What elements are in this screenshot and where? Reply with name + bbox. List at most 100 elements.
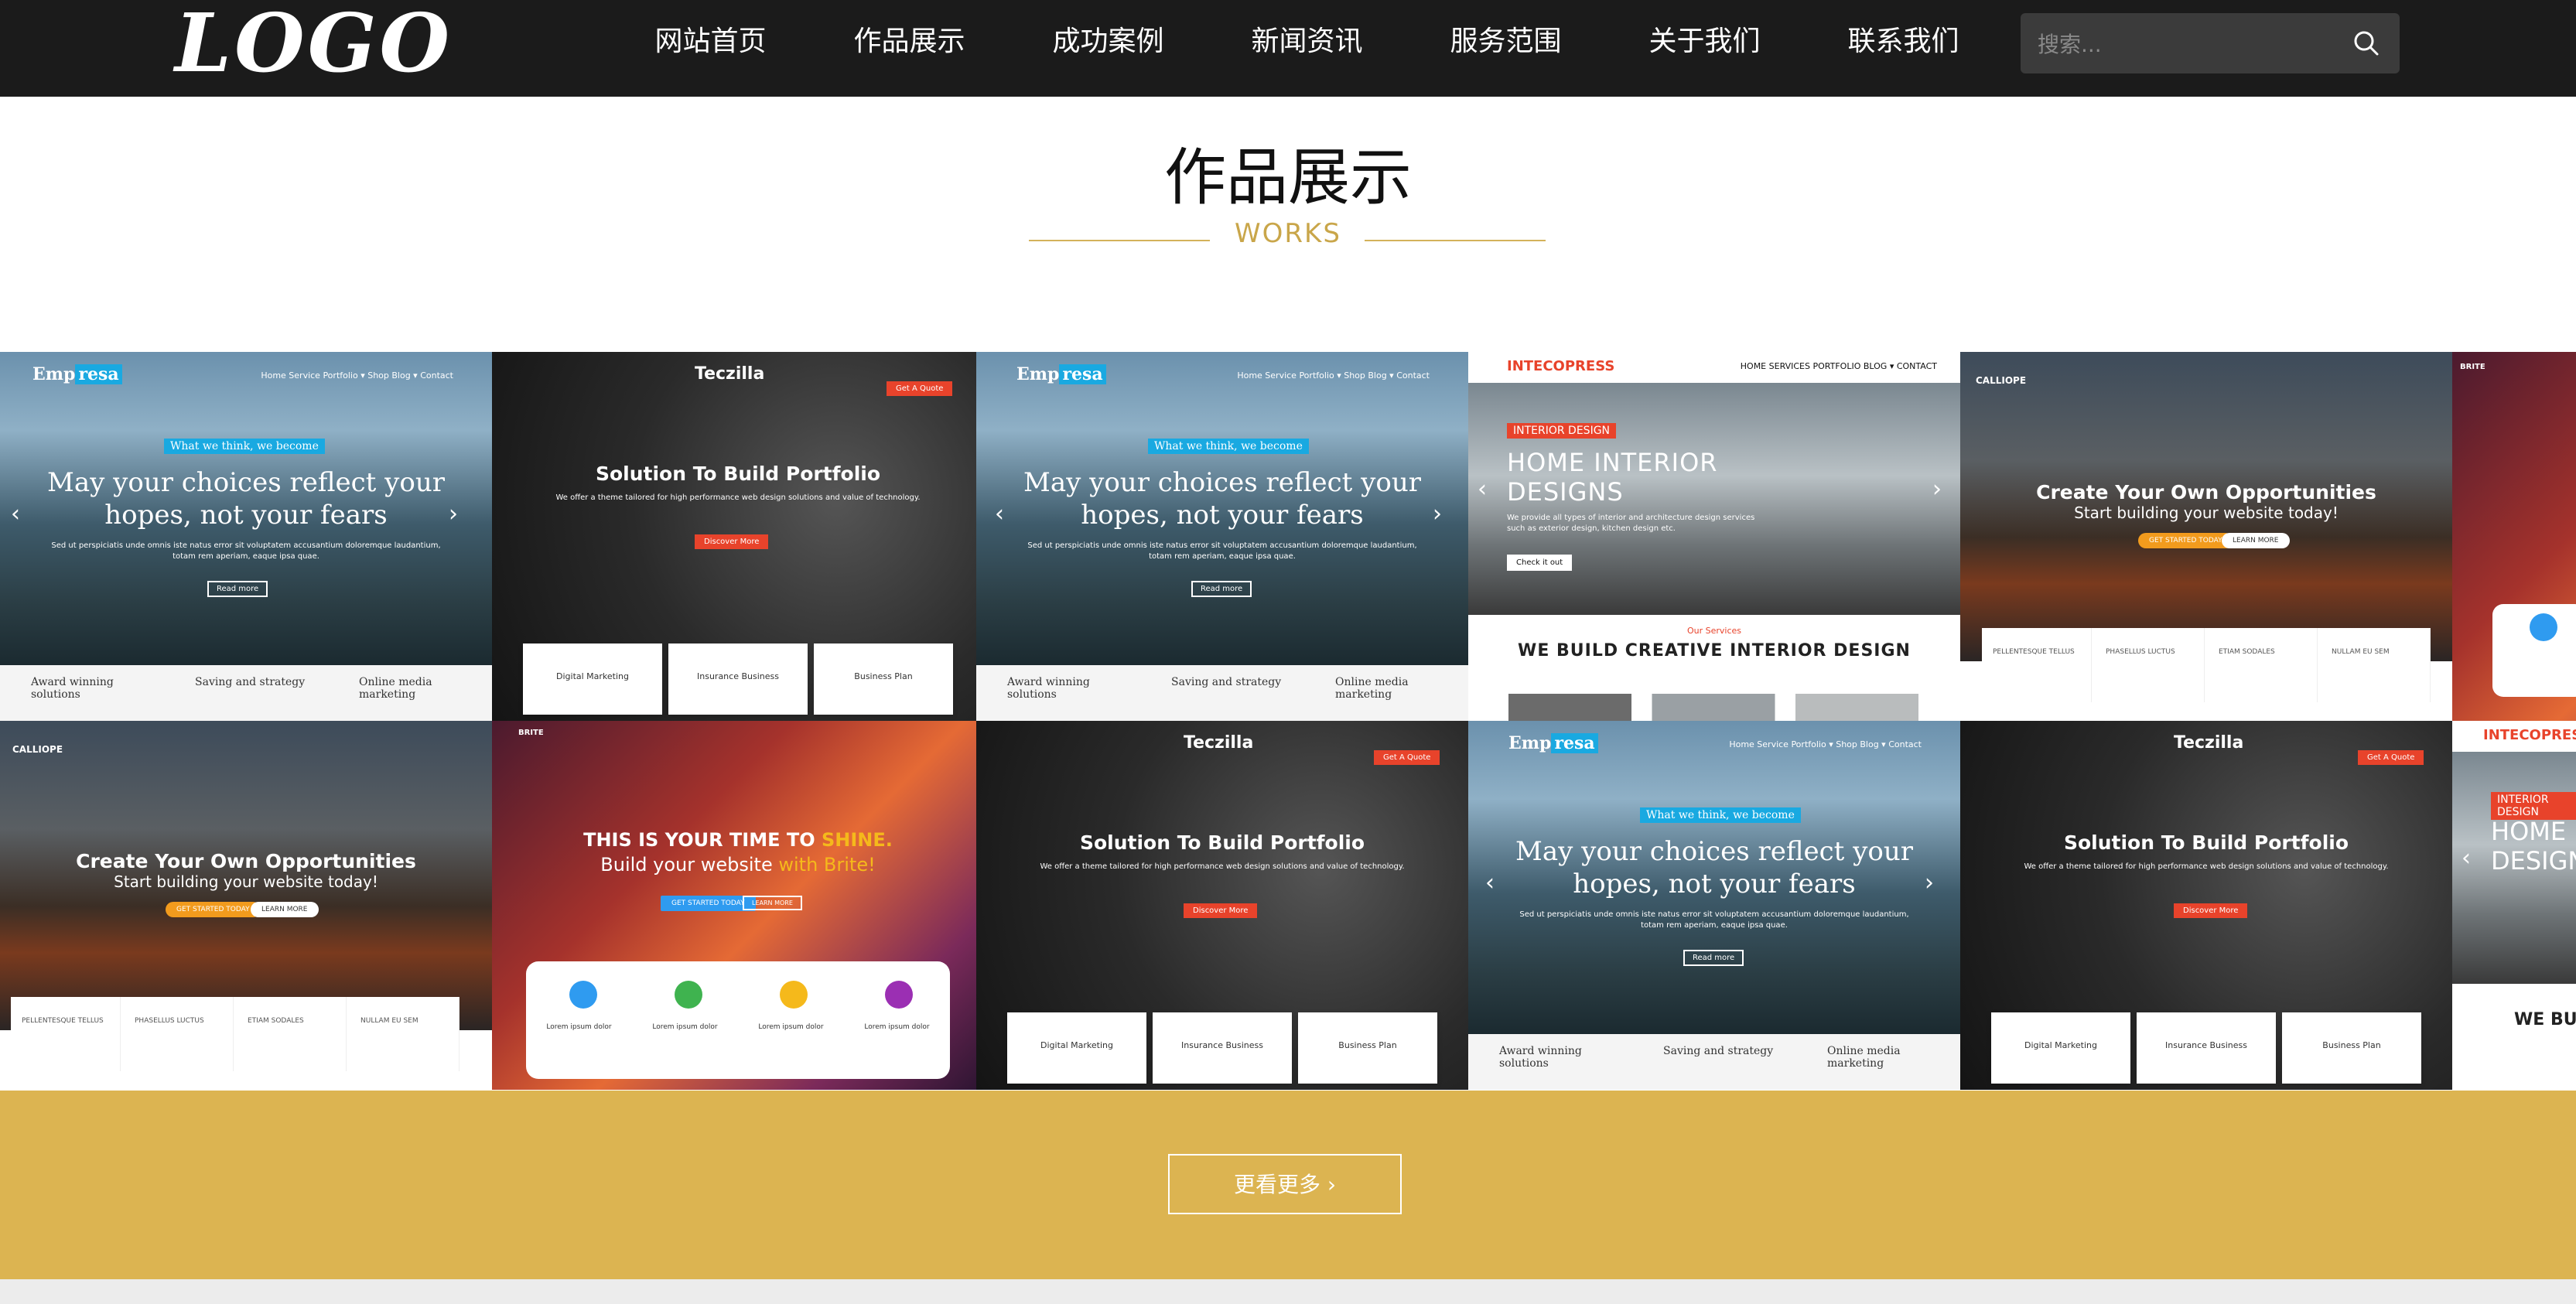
- prev-arrow-icon: ‹: [11, 500, 20, 527]
- template-logo: CALLIOPE: [1976, 375, 2027, 386]
- service-card: Digital Marketing: [1007, 1012, 1146, 1084]
- nav-item-about[interactable]: 关于我们: [1605, 0, 1804, 87]
- service-card: Insurance Business: [2137, 1012, 2276, 1084]
- feature-card: ETIAM SODALES: [2208, 628, 2318, 702]
- template-image-strip: [1508, 694, 1918, 721]
- template-tag: What we think, we become: [164, 439, 325, 454]
- template-headline: HOME INTERIOR DESIGNS: [1507, 448, 1718, 507]
- title-divider-right: [1365, 240, 1546, 241]
- template-logo: BRITE: [518, 729, 544, 737]
- work-thumbnail-teczilla[interactable]: Teczilla Get A Quote Solution To Build P…: [1960, 721, 2452, 1090]
- template-primary-button: GET STARTED TODAY: [166, 902, 261, 917]
- template-features: Award winning solutions Saving and strat…: [0, 665, 492, 721]
- work-thumbnail-empresa[interactable]: Emp resa Home Service Portfolio ▾ Shop Bl…: [0, 352, 492, 721]
- nav-item-home[interactable]: 网站首页: [611, 0, 810, 87]
- template-kicker: Our Services: [1686, 626, 1742, 636]
- feature-card: PELLENTESQUE TELLUS: [1982, 628, 2092, 702]
- nav-item-works[interactable]: 作品展示: [810, 0, 1009, 87]
- feature-item: Saving and strategy: [1663, 1045, 1774, 1057]
- next-arrow-icon: ›: [449, 500, 458, 527]
- feature-item: Saving and strategy: [1171, 676, 1282, 688]
- card-icon: [885, 981, 913, 1009]
- site-logo[interactable]: LOGO: [175, 0, 453, 87]
- next-arrow-icon: ›: [1925, 869, 1934, 896]
- search-icon[interactable]: [2350, 27, 2383, 60]
- template-logo: INTECOPRESS: [2483, 727, 2576, 743]
- template-headline: Solution To Build Portfolio: [1079, 831, 1365, 854]
- template-secondary-button: LEARN MORE: [2222, 533, 2290, 548]
- prev-arrow-icon: ‹: [995, 500, 1004, 527]
- nav-item-services[interactable]: 服务范围: [1406, 0, 1605, 87]
- feature-card: PHASELLUS LUCTUS: [2095, 628, 2205, 702]
- template-logo: CALLIOPE: [12, 744, 63, 755]
- template-nav: HOME SERVICES PORTFOLIO BLOG ▾ CONTACT: [1740, 361, 1937, 371]
- template-logo: Emp resa: [1016, 364, 1106, 384]
- feature-item: Online media marketing: [1827, 1045, 1901, 1070]
- service-card: Insurance Business: [1153, 1012, 1292, 1084]
- template-logo: Teczilla: [695, 364, 765, 384]
- prev-arrow-icon: ‹: [1485, 869, 1495, 896]
- work-thumbnail-brite[interactable]: BRITE THIS IS YOUR TIME TO SHINE. Build …: [492, 721, 984, 1090]
- template-logo: BRITE: [2460, 363, 2485, 371]
- prev-arrow-icon: ‹: [2462, 845, 2471, 872]
- work-thumbnail-calliope[interactable]: CALLIOPE Create Your Own Opportunities S…: [1960, 352, 2452, 721]
- service-card: Digital Marketing: [523, 643, 662, 715]
- work-thumbnail-intecopress[interactable]: INTECOPRESS HOME SERVICES PORTFOLIO BLOG…: [1468, 352, 1960, 721]
- feature-card: PELLENTESQUE TELLUS: [11, 997, 121, 1071]
- feature-item: Online media marketing: [359, 676, 432, 701]
- template-discover-button: Discover More: [1184, 903, 1258, 918]
- work-thumbnail-intecopress-partial[interactable]: INTECOPRESS INTERIOR DESIGN HOME INTERIO…: [2452, 721, 2576, 1090]
- template-paragraph: We offer a theme tailored for high perfo…: [2024, 862, 2389, 871]
- template-headline: THIS IS YOUR TIME TO SHINE.: [583, 829, 893, 851]
- feature-item: Award winning solutions: [1499, 1045, 1582, 1070]
- template-discover-button: Discover More: [2174, 903, 2248, 918]
- card-icon: [675, 981, 702, 1009]
- template-read-more: Read more: [1191, 581, 1252, 597]
- nav-item-news[interactable]: 新闻资讯: [1208, 0, 1406, 87]
- work-thumbnail-teczilla[interactable]: Teczilla Get A Quote Solution To Build P…: [976, 721, 1468, 1090]
- nav-item-cases[interactable]: 成功案例: [1009, 0, 1208, 87]
- template-read-more: Read more: [1683, 950, 1744, 966]
- work-thumbnail-empresa[interactable]: Emp resa Home Service Portfolio ▾ Shop Bl…: [976, 352, 1468, 721]
- nav-item-contact[interactable]: 联系我们: [1804, 0, 2003, 87]
- template-primary-button: GET STARTED TODAY: [2138, 533, 2233, 548]
- template-nav: Home Service Portfolio ▾ Shop Blog ▾ Con…: [1237, 370, 1430, 381]
- work-thumbnail-empresa[interactable]: Emp resa Home Service Portfolio ▾ Shop Bl…: [1468, 721, 1960, 1090]
- template-section-heading: WE BUILD CREATIVE INTERIOR DESIGN: [2514, 1010, 2576, 1029]
- template-secondary-button: LEARN MORE: [251, 902, 319, 917]
- template-tag: What we think, we become: [1148, 439, 1309, 454]
- template-paragraph: We offer a theme tailored for high perfo…: [1040, 862, 1405, 871]
- template-features: Award winning solutions Saving and strat…: [976, 665, 1468, 721]
- template-headline: May your choices reflect your hopes, not…: [1023, 467, 1421, 531]
- feature-card: Lorem ipsum dolor: [758, 1023, 824, 1031]
- search-input[interactable]: [2036, 13, 2333, 75]
- card-icon: [2530, 613, 2557, 641]
- see-more-button[interactable]: 更看更多 ›: [1168, 1154, 1402, 1214]
- template-service-cards: Digital Marketing Insurance Business Bus…: [1007, 1012, 1437, 1084]
- feature-item: Online media marketing: [1335, 676, 1409, 701]
- service-card: Digital Marketing: [1991, 1012, 2130, 1084]
- template-paragraph: Sed ut perspiciatis unde omnis iste natu…: [1027, 541, 1417, 561]
- template-check-button: Check it out: [1507, 555, 1573, 571]
- template-headline: Create Your Own Opportunities: [76, 850, 416, 872]
- work-thumbnail-teczilla[interactable]: Teczilla Get A Quote Solution To Build P…: [492, 352, 984, 721]
- work-thumbnail-brite-partial[interactable]: BRITE: [2452, 352, 2576, 721]
- template-headline: May your choices reflect your hopes, not…: [47, 467, 445, 531]
- template-headline: May your choices reflect your hopes, not…: [1515, 836, 1913, 899]
- top-nav-bar: LOGO 网站首页 作品展示 成功案例 新闻资讯 服务范围 关于我们 联系我们: [0, 0, 2576, 97]
- template-secondary-button: LEARN MORE: [743, 896, 802, 910]
- template-quote-button: Get A Quote: [2358, 750, 2424, 765]
- template-subheadline: Build your website with Brite!: [600, 854, 876, 876]
- feature-card: PHASELLUS LUCTUS: [124, 997, 234, 1071]
- service-card: Insurance Business: [668, 643, 808, 715]
- template-logo: Emp resa: [1508, 733, 1598, 753]
- card-icon: [569, 981, 597, 1009]
- template-paragraph: Sed ut perspiciatis unde omnis iste natu…: [1519, 910, 1909, 930]
- template-paragraph: Sed ut perspiciatis unde omnis iste natu…: [51, 541, 441, 561]
- template-service-cards: Digital Marketing Insurance Business Bus…: [523, 643, 953, 715]
- search-box: [2021, 13, 2400, 75]
- work-thumbnail-calliope[interactable]: CALLIOPE Create Your Own Opportunities S…: [0, 721, 492, 1090]
- template-logo: Emp resa: [32, 364, 122, 384]
- prev-arrow-icon: ‹: [1478, 476, 1487, 503]
- feature-card: NULLAM EU SEM: [350, 997, 460, 1071]
